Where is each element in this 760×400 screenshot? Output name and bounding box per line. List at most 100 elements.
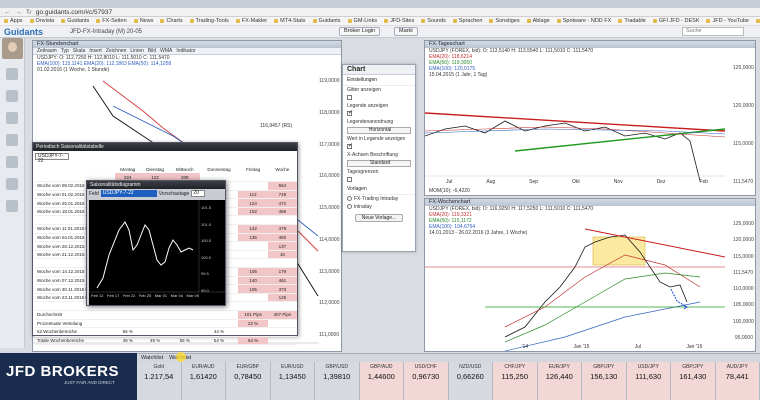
symbol-dropdown[interactable]: USDJPY-7-22 [100, 190, 157, 197]
quote-value: 1,61420 [189, 372, 217, 381]
url-text[interactable]: go.guidants.com/#c/57937 [36, 9, 112, 16]
quote-tile[interactable]: USD/JPY 111,630 [626, 362, 671, 400]
toolbar-item[interactable]: Typ [61, 48, 69, 54]
quote-tile[interactable]: EUR/USD 1,13450 [270, 362, 315, 400]
quote-name: EUR/USD [280, 364, 304, 370]
bookmark-item[interactable]: FX-Makler [236, 18, 267, 24]
toolbar-item[interactable]: WMA [160, 48, 172, 54]
table-cell: 124 [238, 198, 268, 208]
toolbar-item[interactable]: Zeichnen [106, 48, 127, 54]
time-axis: '14 Jan '15 Jul Jan '16 [495, 344, 725, 350]
quote-name: EUR/AUD [191, 364, 215, 370]
bookmark-item[interactable]: GFI JFD - DESK [653, 18, 700, 24]
table-cell [199, 310, 239, 320]
bookmark-item[interactable]: FX-Seiten [96, 18, 126, 24]
market-button[interactable]: Markt [394, 27, 418, 36]
bookmark-item[interactable]: Ablage [527, 18, 550, 24]
search-input[interactable]: Suche [682, 27, 744, 36]
chart-icon[interactable] [6, 90, 18, 102]
back-icon[interactable]: ← [4, 9, 11, 16]
quote-tile[interactable]: Gold 1.217,54 [137, 362, 182, 400]
grid-icon[interactable] [6, 68, 18, 80]
legend-values-checkbox[interactable] [347, 142, 353, 150]
watchlist-tab-1[interactable]: Watchlist [141, 355, 163, 361]
quote-tile[interactable]: EUR/JPY 126,440 [537, 362, 582, 400]
mouse-cursor-highlight [176, 352, 186, 362]
seasonal-chart-window[interactable]: Saisonalitätsdiagramm Feld USDJPY-7-22 V… [86, 180, 226, 306]
settings-icon[interactable] [6, 200, 18, 212]
templates-section: Vorlagen [343, 184, 415, 195]
table-cell: 105 [238, 284, 268, 294]
bookmark-item[interactable]: SeasonalBull [756, 18, 760, 24]
legend-order-label: Legendenanordnung [347, 119, 394, 125]
bookmark-item[interactable]: Tradable [618, 18, 646, 24]
window-title: Saisonalitätsdiagramm [87, 181, 225, 189]
new-template-button[interactable]: Neue Vorlage... [355, 214, 403, 222]
quote-tile[interactable]: CHF/JPY 115,250 [493, 362, 538, 400]
quote-tile[interactable]: GBP/JPY 161,430 [671, 362, 716, 400]
broker-login-button[interactable]: Broker Login [339, 27, 381, 36]
bookmark-item[interactable]: Sprachen [453, 18, 483, 24]
bell-icon[interactable] [6, 178, 18, 190]
list-icon[interactable] [6, 112, 18, 124]
quote-tile[interactable]: GBP/USD 1,39810 [315, 362, 360, 400]
quote-tile[interactable]: EUR/GBP 0,78450 [226, 362, 271, 400]
quote-tile[interactable]: GBP/JPY 156,130 [582, 362, 627, 400]
grid-checkbox[interactable] [347, 95, 352, 101]
people-icon[interactable] [6, 156, 18, 168]
toolbar-item[interactable]: Bild [148, 48, 156, 54]
symbol-field[interactable]: USDJPY-7-22 [35, 153, 69, 164]
axis-tick-label: 111,5470 [733, 269, 754, 276]
x-tick-label: Mar 04 [170, 293, 184, 298]
x-tick-label: Mar 01 [154, 293, 168, 298]
bookmark-item[interactable]: Trading-Tools [190, 18, 229, 24]
legend-order-select[interactable]: Horizontal [347, 127, 411, 134]
weekly-price-plot[interactable] [425, 207, 725, 351]
browser-address-bar[interactable]: ← → ↻ go.guidants.com/#c/57937 [0, 8, 760, 17]
app-logo[interactable]: Guidants [0, 27, 60, 37]
table-cell: 54 % [199, 336, 239, 346]
toolbar-item[interactable]: Insert [89, 48, 102, 54]
bookmark-item[interactable]: Charts [160, 18, 182, 24]
quote-tile[interactable]: EUR/AUD 1,61420 [181, 362, 226, 400]
y-tick-label: 100.0 [201, 254, 212, 260]
bookmark-item[interactable]: Sounds [421, 18, 446, 24]
quote-tile[interactable]: USD/CHF 0,96730 [404, 362, 449, 400]
bookmark-item[interactable]: Onvista [30, 18, 55, 24]
table-row: Durchschnitt 101 Pips 407 Pips [35, 310, 297, 320]
workspace-title[interactable]: JFD-FX-Intraday (M) 20-05 [70, 29, 142, 35]
avatar[interactable] [2, 38, 23, 59]
template-option-1[interactable]: FX-Trading Intraday [343, 195, 415, 203]
table-cell [238, 181, 268, 191]
toolbar-item[interactable]: Indikator [176, 48, 195, 54]
table-cell [267, 327, 297, 337]
quote-tile[interactable]: GBP/AUD 1,44600 [359, 362, 404, 400]
bookmark-item[interactable]: Sonstiges [489, 18, 519, 24]
toolbar-item[interactable]: Zeitraum [37, 48, 57, 54]
bookmark-item[interactable]: News [134, 18, 154, 24]
toolbar-item[interactable]: Linien [130, 48, 143, 54]
news-icon[interactable] [6, 134, 18, 146]
toolbar-item[interactable]: Skala [73, 48, 86, 54]
bookmark-item[interactable]: Guidants [313, 18, 341, 24]
bookmark-item[interactable]: GM-Links [348, 18, 378, 24]
bookmark-item[interactable]: Guidants [61, 18, 89, 24]
daily-price-plot[interactable] [425, 81, 725, 195]
bookmark-item[interactable]: Spotware - NDD FX [557, 18, 612, 24]
quote-tile[interactable]: AUD/JPY 78,441 [715, 362, 760, 400]
forward-icon[interactable]: → [15, 9, 22, 16]
reload-icon[interactable]: ↻ [26, 8, 32, 16]
bookmark-item[interactable]: Apps [4, 18, 23, 24]
bookmark-item[interactable]: JFD - YouTube [706, 18, 748, 24]
jfd-brokers-logo[interactable]: JFD BROKERS JUST FAIR AND DIRECT [0, 353, 137, 400]
table-cell [267, 173, 297, 183]
template-option-2[interactable]: intraday [343, 203, 415, 211]
quote-tile[interactable]: NZD/USD 0,66260 [448, 362, 493, 400]
legend-checkbox[interactable] [347, 109, 353, 117]
bookmark-item[interactable]: JFD-Sites [384, 18, 414, 24]
bookmark-item[interactable]: MT4-Stats [274, 18, 305, 24]
lookback-input[interactable]: 20 [191, 190, 206, 197]
quote-name: USD/CHF [414, 364, 437, 370]
day-limits-checkbox[interactable] [347, 177, 352, 183]
x-axis-select[interactable]: Standard [347, 160, 411, 167]
